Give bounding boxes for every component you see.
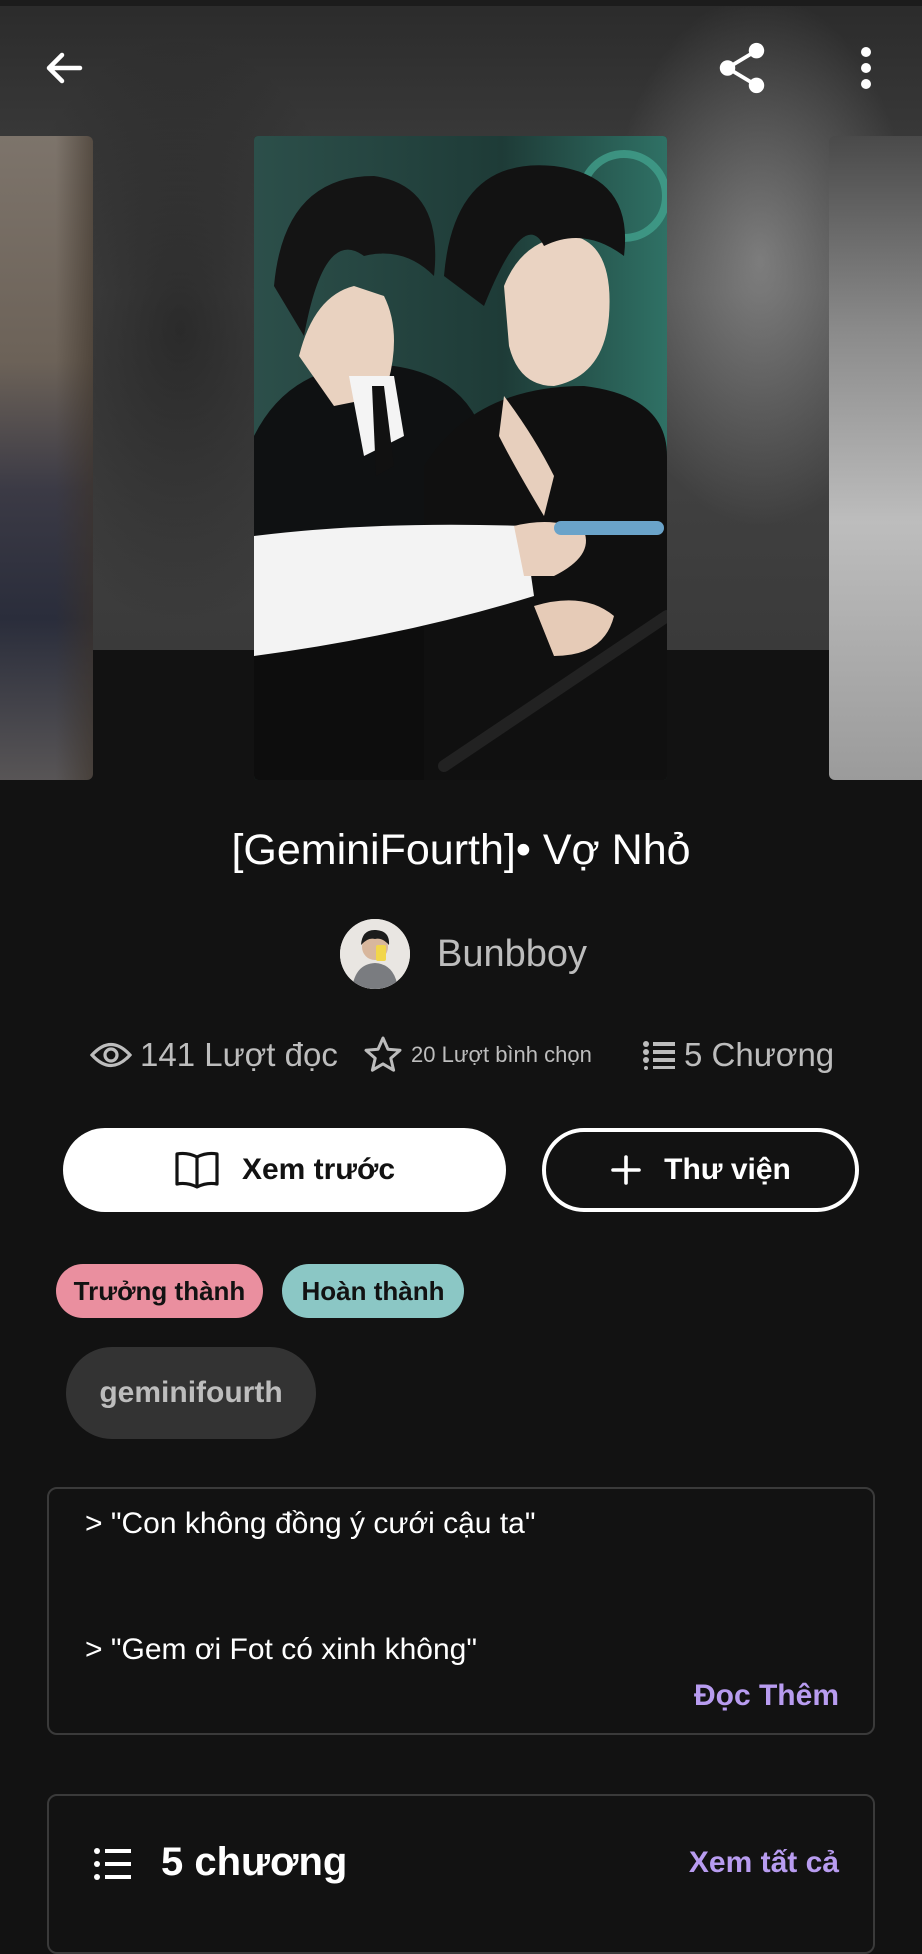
topic-tag-geminifourth[interactable]: geminifourth — [66, 1347, 316, 1439]
more-vertical-icon — [861, 47, 871, 89]
votes-stat: 20 Lượt bình chọn — [363, 1030, 592, 1080]
back-button[interactable] — [36, 40, 92, 96]
reads-count: 141 Lượt đọc — [140, 1036, 338, 1073]
story-title: [GeminiFourth]• Vợ Nhỏ — [231, 826, 691, 874]
list-icon — [93, 1846, 133, 1887]
eye-icon — [90, 1040, 132, 1070]
mature-tag: Trưởng thành — [56, 1264, 263, 1318]
story-stats: 141 Lượt đọc 20 Lượt bình chọn 5 Chương — [0, 1030, 922, 1080]
story-description: > "Con không đồng ý cưới cậu ta" > "Gem … — [47, 1487, 875, 1735]
description-line: > "Gem ơi Fot có xinh không" — [85, 1633, 477, 1666]
arrow-left-icon — [46, 52, 83, 84]
votes-count: 20 Lượt bình chọn — [411, 1042, 592, 1067]
book-icon — [174, 1150, 220, 1190]
star-icon — [363, 1035, 403, 1075]
chapter-count: 5 chương — [161, 1840, 348, 1884]
add-to-library-button[interactable]: Thư viện — [542, 1128, 859, 1212]
view-all-chapters-link[interactable]: Xem tất cả — [689, 1846, 839, 1880]
story-cover-image — [254, 136, 667, 780]
parts-count: 5 Chương — [684, 1036, 835, 1073]
read-more-link[interactable]: Đọc Thêm — [694, 1679, 839, 1713]
previous-story-cover[interactable] — [0, 136, 93, 780]
reads-stat: 141 Lượt đọc — [90, 1030, 338, 1080]
author-avatar — [340, 919, 410, 989]
preview-button[interactable]: Xem trước — [63, 1128, 506, 1212]
completed-tag: Hoàn thành — [282, 1264, 464, 1318]
library-label: Thư viện — [664, 1153, 791, 1186]
parts-stat: 5 Chương — [642, 1030, 834, 1080]
share-button[interactable] — [714, 40, 770, 96]
author-profile[interactable]: Bunbboy — [340, 918, 587, 990]
next-story-cover[interactable] — [829, 136, 922, 780]
share-icon — [719, 42, 765, 94]
author-name: Bunbboy — [437, 932, 588, 975]
description-line: > "Con không đồng ý cưới cậu ta" — [85, 1507, 536, 1540]
plus-icon — [610, 1154, 642, 1186]
more-options-button[interactable] — [838, 40, 894, 96]
table-of-contents: 5 chương Xem tất cả — [47, 1794, 875, 1954]
list-icon — [642, 1040, 676, 1070]
preview-label: Xem trước — [241, 1153, 396, 1186]
